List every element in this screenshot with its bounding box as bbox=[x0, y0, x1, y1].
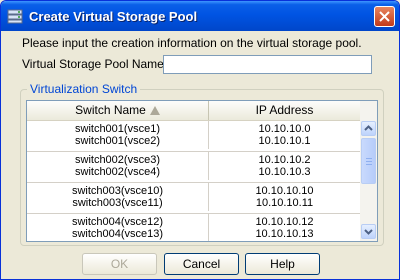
column-header-switch-name[interactable]: Switch Name bbox=[27, 101, 209, 120]
switch-name-cell: switch003(vsce10) switch003(vsce11) bbox=[27, 183, 209, 211]
switch-name: switch004(vsce13) bbox=[71, 228, 164, 240]
ip-address: 10.10.10.3 bbox=[258, 166, 311, 178]
cancel-button[interactable]: Cancel bbox=[164, 253, 239, 275]
vertical-scrollbar[interactable] bbox=[360, 101, 377, 241]
chevron-up-icon bbox=[364, 125, 373, 131]
table-row[interactable]: switch004(vsce12) switch004(vsce13) 10.10… bbox=[27, 214, 360, 241]
switch-table: Switch Name IP Address switch001(vsce1) s… bbox=[26, 100, 378, 242]
dialog-window: Create Virtual Storage Pool Please input… bbox=[0, 0, 400, 280]
ip-address-cell: 10.10.10.10 10.10.10.11 bbox=[209, 183, 360, 211]
ip-address-cell: 10.10.10.0 10.10.10.1 bbox=[209, 121, 360, 149]
scroll-down-button[interactable] bbox=[361, 224, 376, 239]
grip-line bbox=[366, 164, 372, 165]
switch-name: switch002(vsce3) bbox=[75, 154, 160, 166]
ip-address: 10.10.10.2 bbox=[258, 154, 311, 166]
ip-address-cell: 10.10.10.12 10.10.10.13 bbox=[209, 214, 360, 241]
grip-line bbox=[366, 158, 372, 159]
close-icon bbox=[379, 11, 390, 22]
switch-name-cell: switch004(vsce12) switch004(vsce13) bbox=[27, 214, 209, 241]
instructions-text: Please input the creation information on… bbox=[22, 36, 362, 50]
column-header-label: Switch Name bbox=[75, 103, 146, 117]
chevron-down-icon bbox=[364, 229, 373, 235]
scroll-thumb[interactable] bbox=[361, 138, 376, 184]
column-header-label: IP Address bbox=[255, 103, 314, 117]
ok-button[interactable]: OK bbox=[82, 253, 157, 275]
column-header-ip-address[interactable]: IP Address bbox=[209, 101, 360, 120]
title-bar[interactable]: Create Virtual Storage Pool bbox=[1, 1, 399, 31]
window-title: Create Virtual Storage Pool bbox=[29, 9, 198, 24]
switch-name: switch003(vsce10) bbox=[71, 185, 164, 197]
group-label: Virtualization Switch bbox=[27, 82, 141, 96]
switch-name: switch003(vsce11) bbox=[72, 197, 163, 209]
switch-name: switch001(vsce1) bbox=[75, 123, 160, 135]
close-button[interactable] bbox=[374, 6, 395, 27]
switch-name: switch002(vsce4) bbox=[75, 166, 160, 178]
table-row[interactable]: switch001(vsce1) switch001(vsce2) 10.10.1… bbox=[27, 121, 360, 152]
switch-name-cell: switch002(vsce3) switch002(vsce4) bbox=[27, 152, 209, 180]
ip-address: 10.10.10.13 bbox=[255, 228, 314, 240]
ip-address: 10.10.10.0 bbox=[258, 123, 311, 135]
sort-ascending-icon bbox=[149, 106, 160, 115]
switch-name-cell: switch001(vsce1) switch001(vsce2) bbox=[27, 121, 209, 149]
grip-line bbox=[366, 161, 372, 162]
ip-address: 10.10.10.11 bbox=[255, 197, 314, 209]
pool-name-label: Virtual Storage Pool Name bbox=[22, 57, 164, 71]
switch-name: switch004(vsce12) bbox=[71, 216, 164, 228]
pool-name-input[interactable] bbox=[163, 55, 372, 74]
table-row[interactable]: switch002(vsce3) switch002(vsce4) 10.10.1… bbox=[27, 152, 360, 183]
storage-pool-app-icon bbox=[7, 9, 23, 24]
scroll-up-button[interactable] bbox=[361, 121, 376, 136]
ip-address: 10.10.10.12 bbox=[255, 216, 314, 228]
switch-name: switch001(vsce2) bbox=[75, 135, 160, 147]
table-row[interactable]: switch003(vsce10) switch003(vsce11) 10.10… bbox=[27, 183, 360, 214]
ip-address: 10.10.10.10 bbox=[255, 185, 314, 197]
ip-address: 10.10.10.1 bbox=[258, 135, 311, 147]
ip-address-cell: 10.10.10.2 10.10.10.3 bbox=[209, 152, 360, 180]
table-header: Switch Name IP Address bbox=[27, 101, 360, 121]
help-button[interactable]: Help bbox=[245, 253, 320, 275]
